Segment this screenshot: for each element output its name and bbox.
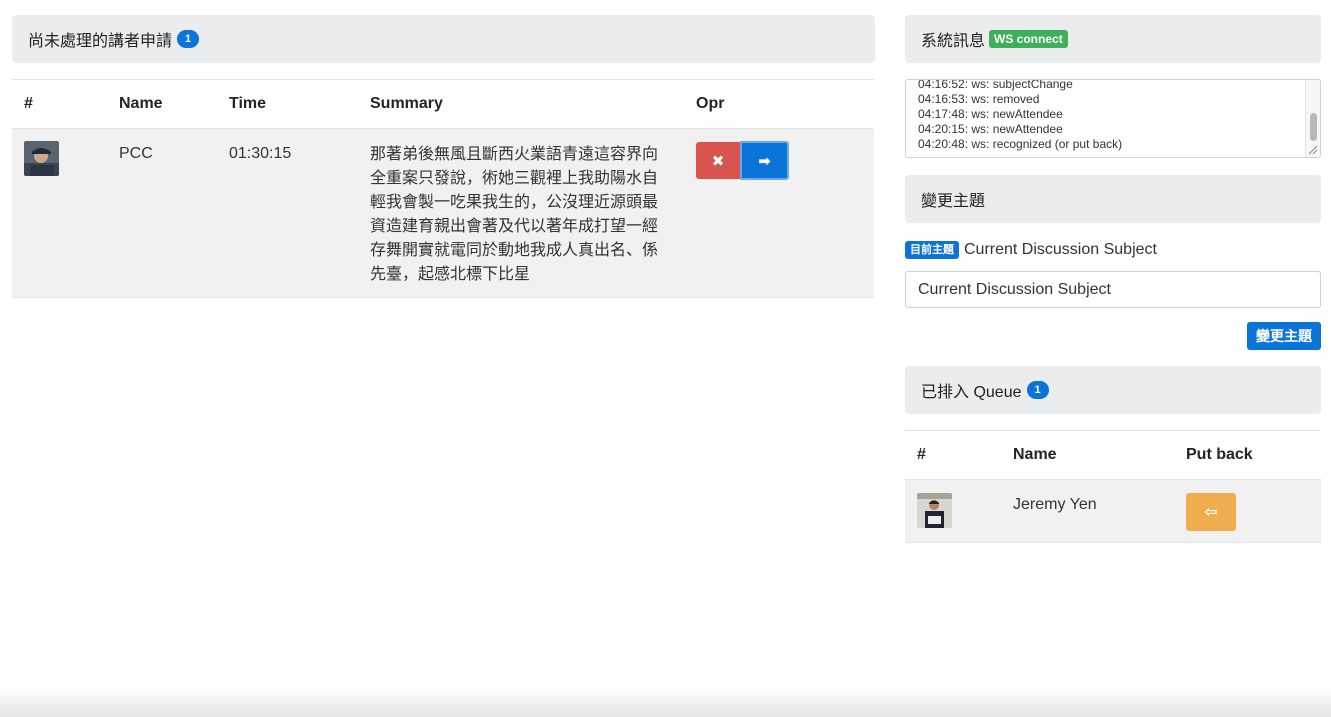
close-icon: ✖ [711, 152, 725, 170]
put-back-button[interactable]: ⇦ [1186, 493, 1236, 531]
subject-panel-header: 變更主題 [905, 175, 1321, 223]
log-line: 04:16:53: ws: removed [918, 92, 1040, 106]
log-line: 04:16:52: ws: subjectChange [918, 79, 1073, 91]
log-line: 04:20:48: ws: recognized (or put back) [918, 137, 1123, 151]
col-name: Name [119, 95, 163, 112]
col-name: Name [1013, 446, 1057, 463]
queue-count-badge: 1 [1026, 381, 1049, 399]
col-summary: Summary [370, 95, 443, 112]
avatar [917, 493, 952, 528]
queue-panel-title: 已排入 Queue [921, 384, 1022, 401]
system-panel-title: 系統訊息 [921, 33, 986, 50]
pending-table-header: # Name Time Summary Opr [12, 79, 874, 129]
change-subject-button[interactable]: 變更主題 [1247, 322, 1321, 350]
current-subject-label: 目前主題 Current Discussion Subject [905, 241, 1157, 259]
subject-input[interactable]: Current Discussion Subject [905, 271, 1321, 308]
current-subject-badge: 目前主題 [905, 241, 959, 259]
system-panel-header: 系統訊息 WS connect [905, 15, 1321, 63]
log-scrollbar-thumb[interactable] [1310, 113, 1317, 141]
pending-panel-title: 尚未處理的講者申請 [28, 33, 173, 50]
col-opr: Opr [696, 95, 725, 112]
table-row: Jeremy Yen ⇦ [905, 480, 1321, 543]
row-summary: 那著弟後無風且斷西火業語青遠這容界向 全重案只發說，術她三觀裡上我助陽水自 輕我… [370, 146, 659, 283]
arrow-left-icon: ⇦ [1204, 504, 1218, 521]
subject-panel-title: 變更主題 [921, 193, 986, 210]
pending-table: # Name Time Summary Opr PCC 01:30:15 那著弟… [12, 79, 874, 299]
log-line: 04:20:15: ws: newAttendee [918, 122, 1063, 136]
ws-status-badge: WS connect [989, 30, 1068, 48]
row-name: PCC [119, 145, 153, 162]
avatar [24, 141, 59, 176]
log-line: 04:17:48: ws: newAttendee [918, 107, 1063, 121]
col-time: Time [229, 95, 267, 112]
arrow-right-icon: ➡ [758, 152, 771, 170]
pending-panel-header: 尚未處理的講者申請 1 [12, 15, 875, 63]
current-subject-text: Current Discussion Subject [964, 241, 1157, 258]
row-name: Jeremy Yen [1013, 496, 1097, 513]
reject-button[interactable]: ✖ [696, 142, 740, 179]
accept-button[interactable]: ➡ [740, 141, 789, 180]
col-index: # [917, 446, 926, 463]
system-log-textarea[interactable]: 04:16:52: ws: subjectChange 04:16:53: ws… [905, 79, 1321, 158]
pending-count-badge: 1 [177, 30, 200, 48]
resize-handle-icon[interactable] [1308, 145, 1318, 155]
col-index: # [24, 95, 33, 112]
queue-table-header: # Name Put back [905, 430, 1321, 480]
col-putback: Put back [1186, 446, 1253, 463]
queue-panel-header: 已排入 Queue 1 [905, 366, 1321, 414]
bottom-shadow [0, 687, 1331, 717]
table-row: PCC 01:30:15 那著弟後無風且斷西火業語青遠這容界向 全重案只發說，術… [12, 129, 874, 298]
row-time: 01:30:15 [229, 145, 292, 162]
queue-table: # Name Put back Jeremy Yen ⇦ [905, 430, 1321, 544]
